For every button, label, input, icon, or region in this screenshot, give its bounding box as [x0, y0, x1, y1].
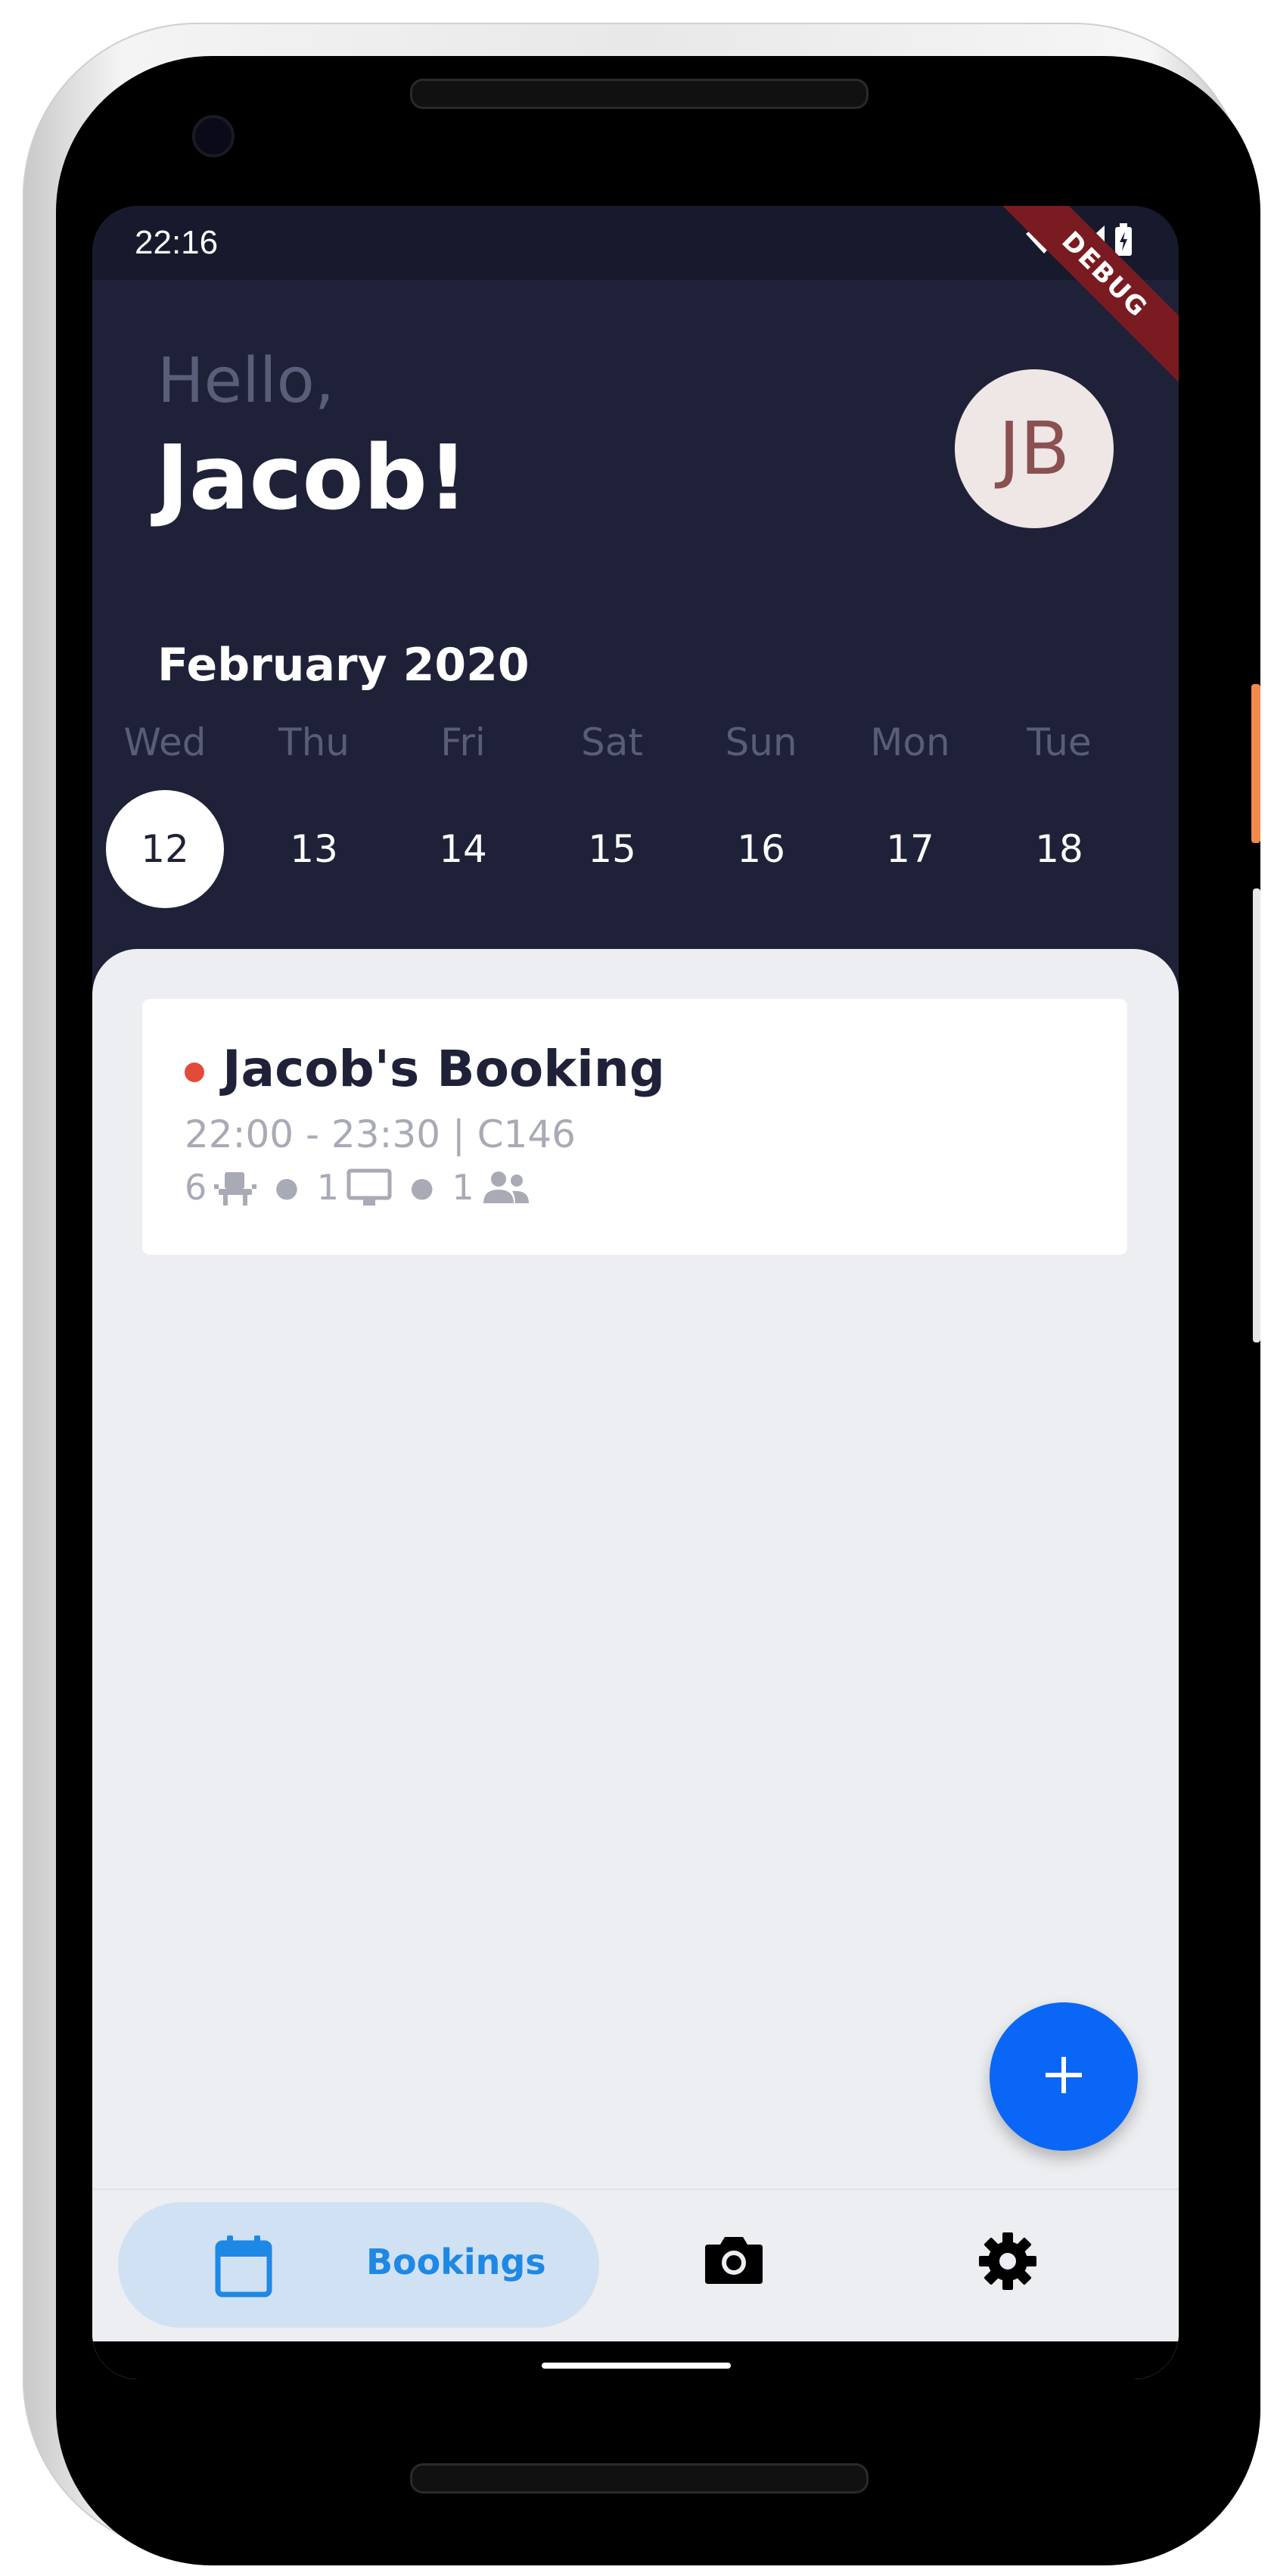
power-button [1251, 684, 1260, 843]
status-bar: 22:16 DEBUG [92, 206, 1179, 394]
front-camera [192, 115, 235, 157]
booking-title: Jacob's Booking [222, 1040, 666, 1098]
day-name: Mon [870, 720, 950, 764]
day-thu[interactable]: Thu 13 [253, 720, 374, 902]
bottom-speaker [410, 2463, 869, 2494]
bookings-sheet: Jacob's Booking 22:00 - 23:30 | C146 6 ●… [92, 949, 1179, 2379]
seat-count: 6 [185, 1167, 207, 1208]
volume-button [1253, 888, 1260, 1342]
status-time: 22:16 [135, 224, 219, 261]
booking-time-room: 22:00 - 23:30 | C146 [185, 1112, 576, 1156]
monitor-icon [346, 1168, 392, 1207]
day-name: Wed [123, 720, 207, 764]
day-number[interactable]: 13 [255, 790, 373, 908]
day-number[interactable]: 17 [851, 790, 969, 908]
month-label: February 2020 [157, 639, 530, 692]
day-name: Fri [440, 720, 486, 764]
screen-count: 1 [316, 1167, 339, 1208]
day-name: Thu [278, 720, 350, 764]
add-booking-button[interactable] [990, 2002, 1138, 2151]
greeting-text: Hello, [157, 345, 334, 417]
top-speaker [410, 79, 869, 109]
people-count: 1 [452, 1167, 474, 1208]
day-number[interactable]: 15 [553, 790, 671, 908]
bottom-navigation: Bookings [92, 2189, 1179, 2379]
day-wed[interactable]: Wed 12 [104, 720, 225, 908]
nav-settings[interactable] [979, 2232, 1036, 2293]
nav-bookings[interactable]: Bookings [118, 2202, 599, 2328]
status-dot [185, 1062, 204, 1082]
day-tue[interactable]: Tue 18 [999, 720, 1120, 902]
app-screen: 22:16 DEBUG Hello, Jacob! JB February 20… [92, 206, 1179, 2379]
nav-camera[interactable] [704, 2232, 764, 2290]
plus-icon [1041, 2052, 1086, 2101]
debug-ribbon: DEBUG [986, 206, 1179, 394]
chair-icon [214, 1168, 257, 1207]
gesture-bar-area [92, 2341, 1179, 2379]
day-name: Sun [725, 720, 797, 764]
booking-amenities: 6 ● 1 ● 1 [185, 1167, 530, 1208]
home-indicator[interactable] [542, 2363, 731, 2369]
day-name: Tue [1027, 720, 1092, 764]
separator-dot-icon: ● [409, 1171, 434, 1203]
people-icon [482, 1170, 530, 1205]
day-number[interactable]: 16 [702, 790, 820, 908]
day-fri[interactable]: Fri 14 [402, 720, 524, 902]
gear-icon [979, 2232, 1036, 2293]
nav-bookings-label: Bookings [366, 2242, 546, 2282]
day-name: Sat [581, 720, 643, 764]
day-sun[interactable]: Sun 16 [701, 720, 822, 902]
camera-icon [704, 2237, 764, 2290]
day-sat[interactable]: Sat 15 [552, 720, 673, 902]
day-mon[interactable]: Mon 17 [850, 720, 971, 902]
user-name: Jacob! [156, 425, 468, 530]
day-number-selected[interactable]: 12 [106, 790, 224, 908]
day-number[interactable]: 18 [1000, 790, 1118, 908]
avatar[interactable]: JB [955, 369, 1114, 528]
calendar-icon [215, 2234, 272, 2301]
day-number[interactable]: 14 [404, 790, 522, 908]
week-strip: Wed 12 Thu 13 Fri 14 Sat 15 Sun 16 Mon 1… [92, 720, 1179, 908]
separator-dot-icon: ● [275, 1171, 299, 1203]
booking-card[interactable]: Jacob's Booking 22:00 - 23:30 | C146 6 ●… [142, 999, 1127, 1255]
